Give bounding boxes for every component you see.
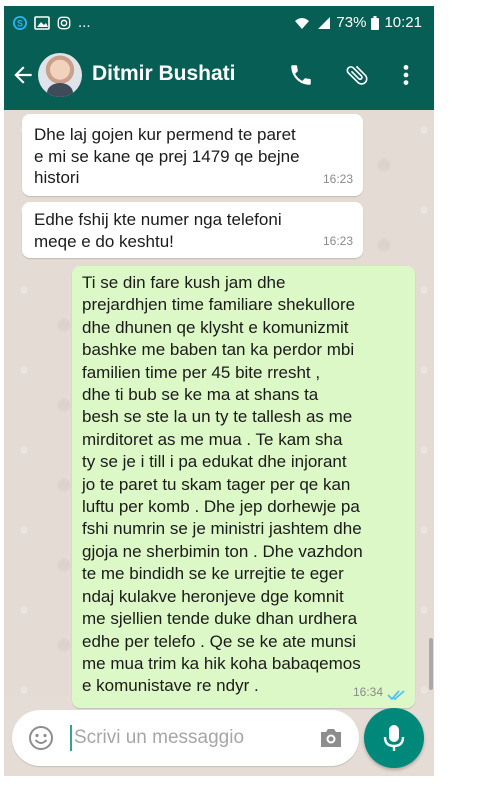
message-input[interactable]: Scrivi un messaggio [74,727,244,749]
message-line: meqe e do keshtu! [34,231,174,251]
message-line: ndaj kulakve heronjeve dge komnit [82,586,344,606]
message-line: mirditoret as me mua . Te kam sha [82,429,343,449]
mic-icon [383,725,405,751]
text-cursor [70,725,72,751]
emoji-icon[interactable] [28,725,54,751]
scrollbar[interactable] [429,638,433,690]
phone-screen: S ... 73% 10:21 Ditmir Bushati Dhe laj g… [4,6,434,776]
instagram-icon [57,16,71,29]
message-line: luftu per komb . Dhe jep dorhewje pa [82,497,360,517]
avatar[interactable] [38,53,82,97]
message-line: dhe ti bub se ke ma at shans ta [82,385,319,405]
wifi-icon [295,17,310,29]
camera-icon[interactable] [318,726,344,750]
svg-text:S: S [17,18,23,28]
message-time: 16:23 [322,171,353,186]
message-time: 16:23 [322,233,353,248]
message-line: bashke me baben tan ka perdor mbi [82,340,355,360]
image-notification-icon [34,15,50,30]
message-text: Dhe laj gojen kur permend te paret e mi … [34,124,300,189]
message-line: Ti se din fare kush jam dhe [82,273,286,292]
message-line: fshi numrin se je ministri jashtem dhe [82,519,362,539]
clock: 10:21 [384,14,422,31]
message-line: me sjellien tende duke dhan urdhera [82,609,358,629]
status-bar: S ... 73% 10:21 [4,6,434,40]
message-line: Edhe fshij kte numer nga telefoni [34,210,282,229]
status-bar-left: S ... [12,14,91,31]
message-bubble-incoming[interactable]: Edhe fshij kte numer nga telefoni meqe e… [22,202,363,258]
back-arrow-icon[interactable] [10,62,36,88]
message-line: prejardhjen time familiare shekullore [82,295,356,315]
battery-icon [371,15,380,30]
contact-name[interactable]: Ditmir Bushati [92,62,236,86]
message-line: histori [34,168,80,187]
read-ticks-icon [387,690,405,701]
battery-percent: 73% [336,14,367,31]
chat-header: Ditmir Bushati [4,40,434,110]
message-line: ty se je i till i pa edukat dhe injorant [82,452,347,472]
mic-button[interactable] [364,708,424,768]
signal-icon [318,16,331,29]
message-bubble-incoming[interactable]: Dhe laj gojen kur permend te paret e mi … [22,114,363,196]
message-bubble-outgoing[interactable]: Ti se din fare kush jam dhe prejardhjen … [72,266,415,708]
message-line: dhe dhunen qe klysht e komunizmit [82,317,349,337]
message-line: e mi se kane qe prej 1479 qe bejne [34,146,300,166]
message-composer[interactable]: Scrivi un messaggio [12,710,359,766]
message-time: 16:34 [352,684,383,699]
message-line: familien time per 45 bite rresht , [82,362,321,382]
more-vert-icon[interactable] [393,62,419,88]
message-line: Dhe laj gojen kur permend te paret [34,125,296,144]
message-line: besh se ste la un ty te tallesh as me [82,407,353,427]
message-line: e komunistave re ndyr . [82,676,259,696]
message-line: me mua trim ka hik koha babaqemos [82,653,361,673]
chat-area[interactable]: Dhe laj gojen kur permend te paret e mi … [4,110,434,708]
message-line: jo te paret tu skam tager per qe kan [82,474,351,494]
skype-icon: S [13,15,27,30]
status-bar-right: 73% 10:21 [294,14,422,31]
message-line: te me bindidh se ke urrejtie te eger [82,564,344,584]
message-text: Ti se din fare kush jam dhe prejardhjen … [82,272,363,698]
message-line: edhe per telefo . Qe se ke ate munsi [82,631,357,651]
attach-icon[interactable] [344,62,370,88]
more-notifications: ... [78,14,91,31]
message-line: gjoja ne sherbimin ton . Dhe vazhdon [82,541,363,561]
phone-icon[interactable] [288,62,314,88]
message-text: Edhe fshij kte numer nga telefoni meqe e… [34,209,282,252]
